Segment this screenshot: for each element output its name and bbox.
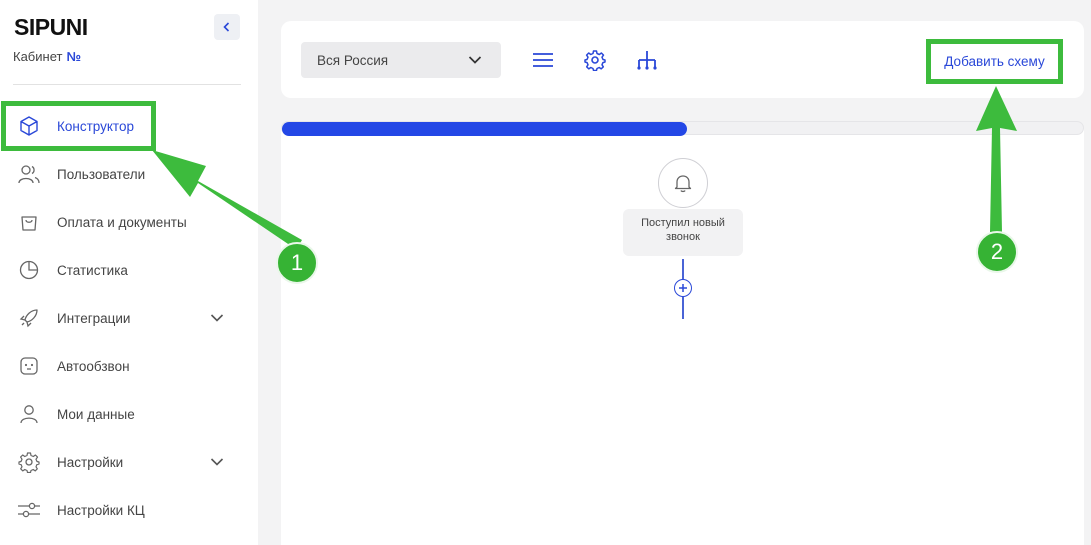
- cabinet-info: Кабинет №: [13, 49, 81, 64]
- user-icon: [17, 402, 41, 426]
- highlight-box: [1, 101, 156, 151]
- sidebar-item-statistics[interactable]: Статистика: [0, 250, 258, 290]
- sidebar-divider: [13, 84, 241, 85]
- progress-fill: [282, 122, 687, 136]
- sidebar-item-label: Настройки: [57, 454, 124, 470]
- scheme-tree-button[interactable]: [636, 49, 658, 71]
- collapse-sidebar-button[interactable]: [214, 14, 240, 40]
- sidebar-item-settings[interactable]: Настройки: [0, 442, 258, 482]
- settings-button[interactable]: [584, 49, 606, 71]
- sidebar-item-cc-settings[interactable]: Настройки КЦ: [0, 490, 258, 530]
- connector-line: [682, 297, 684, 319]
- sidebar-item-label: Настройки КЦ: [57, 502, 145, 518]
- bag-icon: [17, 210, 41, 234]
- hierarchy-icon: [637, 51, 657, 70]
- scheme-canvas[interactable]: Поступил новый звонок: [281, 121, 1084, 545]
- sidebar-item-label: Автообзвон: [57, 358, 130, 374]
- gear-icon: [17, 450, 41, 474]
- sidebar-item-users[interactable]: Пользователи: [0, 154, 258, 194]
- list-view-button[interactable]: [532, 49, 554, 71]
- sidebar-item-my-data[interactable]: Мои данные: [0, 394, 258, 434]
- sidebar-item-label: Мои данные: [57, 406, 135, 422]
- robot-icon: [17, 354, 41, 378]
- annotation-marker-2: 2: [976, 231, 1018, 273]
- toolbar: Вся Россия Добавить схему: [281, 21, 1084, 98]
- sidebar-item-label: Интеграции: [57, 310, 131, 326]
- plus-icon: [679, 284, 687, 292]
- chevron-down-icon: [468, 56, 482, 64]
- start-node[interactable]: [658, 158, 708, 208]
- cabinet-number: №: [66, 49, 81, 64]
- add-step-button[interactable]: [674, 279, 692, 297]
- gear-icon: [584, 50, 606, 71]
- connector-line: [682, 259, 684, 279]
- region-select-value: Вся Россия: [317, 52, 389, 68]
- sidebar-item-integrations[interactable]: Интеграции: [0, 298, 258, 338]
- start-node-label: Поступил новый звонок: [623, 209, 743, 256]
- app-logo: SIPUNI: [14, 14, 88, 40]
- sliders-icon: [17, 498, 41, 522]
- add-scheme-button[interactable]: Добавить схему: [926, 39, 1063, 84]
- annotation-marker-1: 1: [276, 242, 318, 284]
- chevron-down-icon[interactable]: [208, 453, 226, 471]
- sidebar: SIPUNI Кабинет № Конструктор Пользователи…: [0, 0, 258, 545]
- chevron-left-icon: [223, 22, 230, 32]
- bell-icon: [674, 175, 692, 193]
- sidebar-item-label: Статистика: [57, 262, 128, 278]
- sidebar-item-label: Пользователи: [57, 166, 146, 182]
- progress-bar: [281, 121, 1084, 136]
- sidebar-item-label: Оплата и документы: [57, 214, 187, 230]
- menu-icon: [533, 53, 553, 67]
- users-icon: [17, 162, 41, 186]
- rocket-icon: [17, 306, 41, 330]
- cabinet-label: Кабинет: [13, 49, 63, 64]
- sidebar-item-autodial[interactable]: Автообзвон: [0, 346, 258, 386]
- sidebar-item-payment[interactable]: Оплата и документы: [0, 202, 258, 242]
- chevron-down-icon[interactable]: [208, 309, 226, 327]
- region-select[interactable]: Вся Россия: [301, 42, 501, 78]
- pie-chart-icon: [17, 258, 41, 282]
